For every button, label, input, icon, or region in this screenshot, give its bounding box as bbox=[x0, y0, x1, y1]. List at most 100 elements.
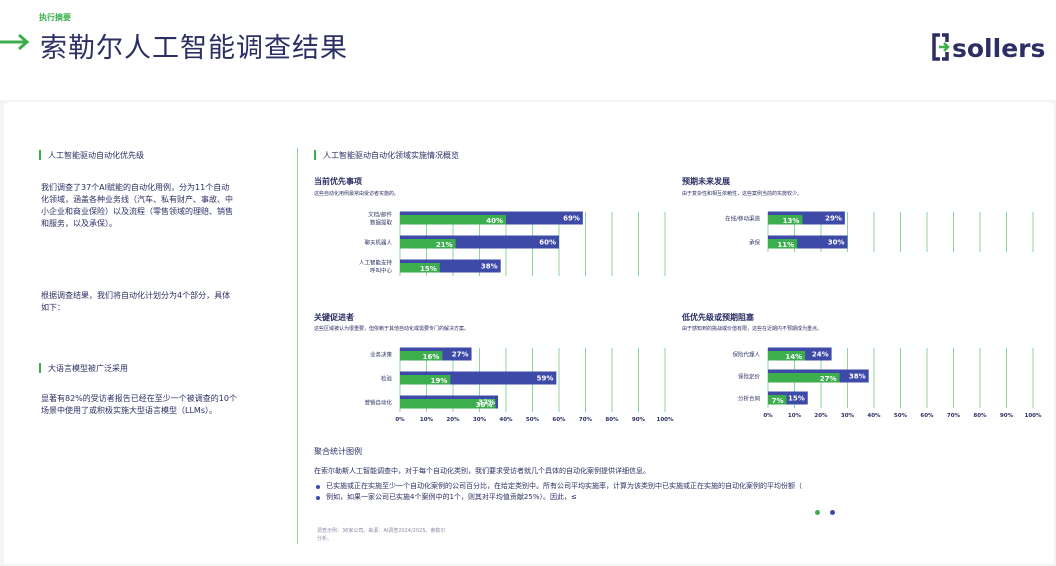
category-label: 承保 bbox=[749, 239, 761, 247]
pagination-dot[interactable] bbox=[815, 510, 820, 515]
data-label: 40% bbox=[486, 217, 503, 225]
tick-label: 70% bbox=[579, 417, 593, 423]
text-line: 如下： bbox=[41, 303, 65, 312]
text-line: 显著有82%的受访者报告已经在至少一个被调查的10个 bbox=[41, 394, 237, 403]
data-label: 69% bbox=[563, 215, 580, 223]
category-label: 在线/移动渠道 bbox=[725, 215, 760, 223]
category-label: 数据提取 bbox=[370, 219, 393, 227]
pagination-dot[interactable] bbox=[830, 510, 835, 515]
sollers-logo: sollers bbox=[932, 33, 1045, 63]
category-label: 保险代理人 bbox=[732, 351, 760, 359]
data-label: 59% bbox=[537, 375, 554, 383]
category-label: 聊天机器人 bbox=[364, 239, 392, 247]
section-title-priority: 人工智能驱动自动化优先级 bbox=[48, 151, 144, 160]
data-label: 15% bbox=[788, 395, 805, 403]
section-marker bbox=[314, 150, 316, 160]
section-title-llm: 大语言模型被广泛采用 bbox=[48, 364, 128, 373]
category-label: 文档/邮件 bbox=[368, 211, 392, 219]
category-label: 检验 bbox=[381, 375, 393, 383]
page-title: 索勒尔人工智能调查结果 bbox=[40, 33, 348, 64]
tick-label: 70% bbox=[947, 413, 961, 419]
chart-title: 关键促进者 bbox=[314, 313, 354, 322]
data-label: 36% bbox=[476, 401, 493, 409]
legend-line: 例如，如果一家公司已实施4个案例中的1个，则其对平均值贡献25%）。因此，≤ bbox=[326, 493, 577, 501]
text-line: 我们调查了37个AI赋能的自动化用例，分为11个自动 bbox=[41, 183, 230, 192]
category-label: 业务决策 bbox=[370, 351, 393, 359]
footnote: 调查示例：36家公司。来源：AI调查2024/2025。索勒尔分析。 bbox=[317, 528, 446, 542]
tick-label: 40% bbox=[867, 413, 881, 419]
tick-label: 90% bbox=[632, 417, 646, 423]
tick-label: 10% bbox=[788, 413, 802, 419]
chart-title: 低优先级或预期阻塞 bbox=[682, 313, 754, 322]
tick-label: 90% bbox=[1000, 413, 1014, 419]
chart-key-enablers: 27%16%业务决策59%19%检验37%36%营销自动化0% 10% 20% 30%… bbox=[364, 347, 674, 423]
data-label: 13% bbox=[783, 217, 800, 225]
data-label: 21% bbox=[436, 241, 453, 249]
data-label: 14% bbox=[785, 353, 802, 361]
data-label: 19% bbox=[431, 377, 448, 385]
header: 执行摘要 索勒尔人工智能调查结果 sollers bbox=[0, 0, 1056, 100]
chart-subtitle: 由于复杂性和相互依赖性，这些案例当前的实施较少。 bbox=[682, 191, 803, 197]
legend-bullet-icon bbox=[316, 485, 320, 489]
tick-label: 50% bbox=[894, 413, 908, 419]
legend-bullet-icon bbox=[316, 496, 320, 500]
tick-label: 10% bbox=[420, 417, 434, 423]
legend-title: 聚合统计图例 bbox=[314, 447, 362, 456]
data-label: 7% bbox=[772, 397, 784, 405]
chart-subtitle: 这些自动化用例最常由受访者实施的。 bbox=[314, 191, 400, 197]
category-label: 保险定价 bbox=[738, 373, 761, 381]
text-line: 根据调查结果，我们将自动化计划分为4个部分，具体 bbox=[41, 291, 231, 300]
legend-text: 在索尔勒斯人工智能调查中，对于每个自动化类别，我们要求受访者就几个具体的自动化案… bbox=[314, 467, 650, 475]
text-line: 小企业和商业保险）以及流程（零售领域的理赔、销售 bbox=[41, 207, 233, 216]
tick-label: 30% bbox=[841, 413, 855, 419]
tick-label: 80% bbox=[605, 417, 619, 423]
segmentation-paragraph: 根据调查结果，我们将自动化计划分为4个部分，具体 如下： bbox=[41, 290, 230, 314]
data-label: 15% bbox=[420, 265, 437, 273]
tick-label: 0% bbox=[395, 417, 405, 423]
column-divider bbox=[297, 148, 298, 544]
tick-label: 100% bbox=[1025, 413, 1042, 419]
data-label: 27% bbox=[452, 351, 469, 359]
data-label: 60% bbox=[539, 239, 556, 247]
data-label: 27% bbox=[820, 375, 837, 383]
section-marker bbox=[39, 363, 41, 373]
data-label: 16% bbox=[423, 353, 440, 361]
llm-paragraph: 显著有82%的受访者报告已经在至少一个被调查的10个 场景中使用了或积极实施大型… bbox=[41, 393, 237, 417]
chart-title: 预期未来发展 bbox=[682, 177, 730, 186]
chart-low-priority: 24% 14% 保险代理人 38% 27% 保险定价 15% 7% 分析合同 0% 10% 20% 30… bbox=[732, 347, 1042, 419]
tick-label: 50% bbox=[526, 417, 540, 423]
section-marker bbox=[39, 150, 41, 160]
text-line: 和服务，以及承保）。 bbox=[41, 219, 117, 228]
category-label: 呼叫中心 bbox=[370, 267, 393, 275]
tick-label: 40% bbox=[499, 417, 513, 423]
tick-label: 20% bbox=[446, 417, 460, 423]
tick-label: 20% bbox=[814, 413, 828, 419]
chart-subtitle: 由于感知到的挑战或价值有限，这些在近期内不预期成为重点。 bbox=[682, 326, 823, 332]
data-label: 24% bbox=[812, 351, 829, 359]
category-label: 人工智能支持 bbox=[359, 259, 393, 267]
category-label: 营销自动化 bbox=[364, 399, 392, 407]
data-label: 11% bbox=[777, 241, 794, 249]
tick-label: 60% bbox=[552, 417, 566, 423]
chart-current-priorities: 69% 40% 文档/邮件数据提取 60% 21% 聊天机器人 38% 15% 人工智能支持呼叫… bbox=[359, 211, 666, 276]
data-label: 38% bbox=[481, 263, 498, 271]
arrow-right-icon bbox=[0, 33, 30, 51]
chart-subtitle: 这些区域被认为很重要，但依赖于其他自动化或需要专门的解决方案。 bbox=[314, 326, 470, 332]
category-label: 分析合同 bbox=[738, 395, 761, 403]
logo-wordmark: sollers bbox=[952, 34, 1045, 63]
data-label: 38% bbox=[849, 373, 866, 381]
legend-line: 已实施或正在实施至少一个自动化案例的公司百分比，在给定类别中。所有公司平均实施率… bbox=[326, 482, 802, 490]
chart-title: 当前优先事项 bbox=[314, 177, 362, 186]
tick-label: 60% bbox=[920, 413, 934, 419]
tick-label: 30% bbox=[473, 417, 487, 423]
tick-label: 0% bbox=[763, 413, 773, 419]
data-label: 29% bbox=[825, 215, 842, 223]
data-label: 30% bbox=[828, 239, 845, 247]
tick-label: 80% bbox=[973, 413, 987, 419]
intro-paragraph: 我们调查了37个AI赋能的自动化用例，分为11个自动 化领域，涵盖各种业务线（汽… bbox=[41, 182, 233, 230]
chart-future-development: 29% 13% 在线/移动渠道 30% 11% 承保 bbox=[725, 211, 1034, 252]
section-title-overview: 人工智能驱动自动化领域实施情况概览 bbox=[323, 151, 459, 160]
text-line: 化领域，涵盖各种业务线（汽车、私有财产、事故、中 bbox=[41, 195, 233, 204]
text-line: 场景中使用了或积极实施大型语言模型（LLMs）。 bbox=[41, 406, 217, 415]
section-label: 执行摘要 bbox=[39, 13, 71, 22]
